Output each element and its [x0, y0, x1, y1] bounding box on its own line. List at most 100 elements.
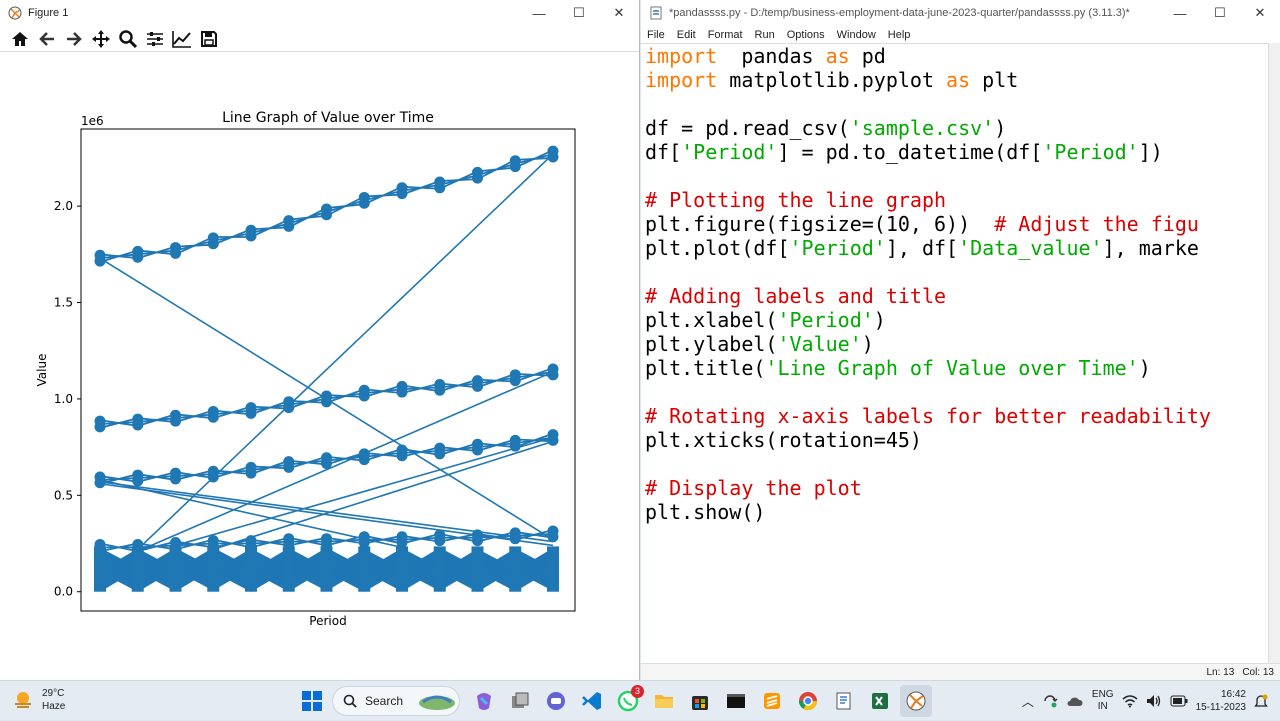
code-line[interactable]: plt.plot(df['Period'], df['Data_value'],…	[641, 236, 1268, 260]
code-line[interactable]: plt.xlabel('Period')	[641, 308, 1268, 332]
series-marker	[434, 378, 446, 390]
wifi-icon[interactable]	[1122, 694, 1138, 708]
code-line[interactable]: df['Period'] = pd.to_datetime(df['Period…	[641, 140, 1268, 164]
taskbar-search[interactable]: Search	[332, 686, 460, 716]
code-line[interactable]	[641, 164, 1268, 188]
configure-icon[interactable]	[143, 27, 167, 51]
matplotlib-icon	[8, 6, 22, 20]
back-icon[interactable]	[35, 27, 59, 51]
excel-app[interactable]	[864, 685, 896, 717]
vscode-app[interactable]	[576, 685, 608, 717]
series-marker	[132, 538, 144, 550]
forward-icon[interactable]	[62, 27, 86, 51]
sublime-app[interactable]	[756, 685, 788, 717]
volume-icon[interactable]	[1146, 694, 1162, 708]
code-line[interactable]: # Adding labels and title	[641, 284, 1268, 308]
code-line[interactable]: # Plotting the line graph	[641, 188, 1268, 212]
code-line[interactable]	[641, 260, 1268, 284]
file-explorer-app[interactable]	[648, 685, 680, 717]
code-line[interactable]: # Display the plot	[641, 476, 1268, 500]
python-file-icon	[649, 6, 663, 20]
series-marker	[283, 456, 295, 468]
idle-maximize-button[interactable]: ☐	[1200, 0, 1240, 26]
series-marker	[132, 469, 144, 481]
weather-widget[interactable]: 29°C Haze	[12, 687, 65, 713]
minimize-button[interactable]: —	[519, 0, 559, 26]
code-line[interactable]: # Rotating x-axis labels for better read…	[641, 404, 1268, 428]
notification-bell-icon[interactable]	[1254, 693, 1268, 709]
series-marker	[434, 529, 446, 541]
menu-options[interactable]: Options	[787, 29, 825, 41]
chart-title: Line Graph of Value over Time	[222, 110, 434, 126]
series-marker	[396, 380, 408, 392]
code-line[interactable]: plt.show()	[641, 500, 1268, 524]
series-marker	[321, 452, 332, 464]
notepad-icon	[836, 692, 851, 710]
store-app[interactable]	[684, 685, 716, 717]
menu-run[interactable]: Run	[755, 29, 775, 41]
teams-chat-app[interactable]	[540, 685, 572, 717]
menu-window[interactable]: Window	[837, 29, 876, 41]
copilot-app[interactable]	[468, 685, 500, 717]
code-line[interactable]: plt.figure(figsize=(10, 6)) # Adjust the…	[641, 212, 1268, 236]
series-marker	[245, 224, 257, 236]
save-icon[interactable]	[197, 27, 221, 51]
idle-minimize-button[interactable]: —	[1160, 0, 1200, 26]
weather-temp: 29°C	[42, 688, 65, 699]
store-icon	[692, 696, 708, 710]
code-line[interactable]: df = pd.read_csv('sample.csv')	[641, 116, 1268, 140]
series-marker	[283, 533, 295, 545]
code-line[interactable]	[641, 380, 1268, 404]
zoom-icon[interactable]	[116, 27, 140, 51]
y-tick-label: 1.0	[54, 392, 73, 406]
home-icon[interactable]	[8, 27, 32, 51]
maximize-button[interactable]: ☐	[559, 0, 599, 26]
notepad-app[interactable]	[828, 685, 860, 717]
code-line[interactable]: plt.ylabel('Value')	[641, 332, 1268, 356]
language-indicator[interactable]: ENG IN	[1092, 689, 1114, 713]
code-line[interactable]: import matplotlib.pyplot as plt	[641, 68, 1268, 92]
sync-icon[interactable]	[1042, 693, 1058, 709]
marker-band	[471, 546, 484, 592]
chrome-app[interactable]	[792, 685, 824, 717]
menu-edit[interactable]: Edit	[677, 29, 696, 41]
idle-titlebar[interactable]: *pandassss.py - D:/temp/business-employm…	[641, 0, 1280, 26]
start-button[interactable]	[296, 685, 328, 717]
edit-axis-icon[interactable]	[170, 27, 194, 51]
code-line[interactable]: plt.xticks(rotation=45)	[641, 428, 1268, 452]
close-button[interactable]: ✕	[599, 0, 639, 26]
y-tick-label: 0.5	[54, 488, 73, 502]
code-line[interactable]	[641, 452, 1268, 476]
task-view-app[interactable]	[504, 685, 536, 717]
code-line[interactable]: import pandas as pd	[641, 44, 1268, 68]
weather-haze-icon	[15, 692, 31, 708]
terminal-app[interactable]	[720, 685, 752, 717]
menu-help[interactable]: Help	[888, 29, 911, 41]
code-token: df = pd.read_csv(	[645, 116, 850, 140]
x-axis-label: Period	[309, 614, 346, 628]
code-editor[interactable]: import pandas as pd import matplotlib.pyp…	[641, 43, 1268, 663]
code-line[interactable]: plt.title('Line Graph of Value over Time…	[641, 356, 1268, 380]
clock[interactable]: 16:42 15-11-2023	[1196, 688, 1246, 714]
menu-file[interactable]: File	[647, 29, 665, 41]
python-figure-app[interactable]	[900, 685, 932, 717]
chevron-up-icon[interactable]: ︿	[1022, 693, 1034, 710]
idle-close-button[interactable]: ✕	[1240, 0, 1280, 26]
lang-top: ENG	[1091, 689, 1114, 700]
menu-format[interactable]: Format	[708, 29, 743, 41]
pan-icon[interactable]	[89, 27, 113, 51]
series-marker	[547, 525, 559, 537]
code-token: df[	[645, 140, 682, 164]
whatsapp-app[interactable]: 3	[612, 685, 644, 717]
figure-titlebar[interactable]: Figure 1 — ☐ ✕	[0, 0, 639, 26]
cloud-icon[interactable]	[1066, 694, 1084, 708]
code-token: )	[861, 332, 874, 356]
code-token: )	[873, 308, 886, 332]
vertical-scrollbar[interactable]	[1268, 43, 1280, 663]
battery-icon[interactable]	[1170, 695, 1188, 707]
series-marker	[245, 461, 257, 473]
series-marker	[245, 402, 257, 414]
series-marker	[472, 529, 483, 541]
code-line[interactable]	[641, 92, 1268, 116]
code-token: 'sample.csv'	[849, 116, 995, 140]
